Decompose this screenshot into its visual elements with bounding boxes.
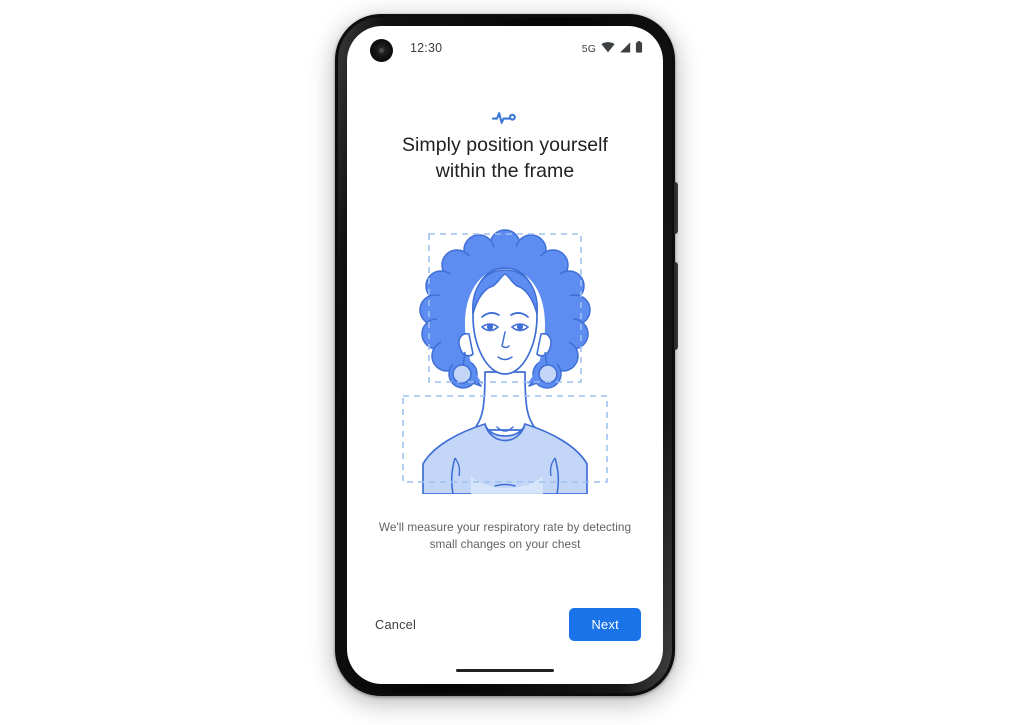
description-line2: small changes on your chest bbox=[429, 537, 581, 551]
volume-button[interactable] bbox=[674, 262, 678, 350]
camera-lens-icon bbox=[379, 48, 384, 53]
eye-left bbox=[480, 323, 500, 332]
phone-frame: 12:30 5G Simply position yourself within… bbox=[335, 14, 678, 696]
description-text: We'll measure your respiratory rate by d… bbox=[373, 519, 637, 553]
next-button[interactable]: Next bbox=[569, 607, 641, 641]
status-bar-time: 12:30 bbox=[410, 41, 443, 55]
cellular-signal-icon bbox=[619, 40, 631, 58]
description-line1: We'll measure your respiratory rate by d… bbox=[378, 520, 632, 534]
cancel-button[interactable]: Cancel bbox=[369, 609, 422, 640]
action-bar: Cancel Next bbox=[347, 606, 663, 642]
device-stage: 12:30 5G Simply position yourself within… bbox=[0, 0, 1024, 725]
page-title: Simply position yourself within the fram… bbox=[365, 132, 645, 184]
status-bar-icons: 5G bbox=[582, 40, 643, 58]
app-content: Simply position yourself within the fram… bbox=[347, 64, 663, 684]
wifi-icon bbox=[601, 40, 615, 58]
phone-screen: 12:30 5G Simply position yourself within… bbox=[347, 26, 663, 684]
heart-rate-pulse-icon bbox=[491, 110, 518, 131]
front-camera-cutout bbox=[370, 39, 393, 62]
person-in-frame-illustration bbox=[347, 224, 663, 494]
power-button[interactable] bbox=[674, 182, 678, 234]
page-title-line1: Simply position yourself bbox=[401, 134, 609, 156]
shirt-shape bbox=[422, 423, 588, 494]
home-indicator[interactable] bbox=[456, 669, 554, 672]
network-type-label: 5G bbox=[581, 43, 596, 55]
eye-right bbox=[510, 323, 530, 332]
neck-shape bbox=[472, 371, 538, 431]
status-bar: 12:30 5G bbox=[347, 26, 663, 64]
brand-icon-wrap bbox=[347, 110, 663, 131]
page-title-line2: within the frame bbox=[435, 160, 575, 182]
battery-icon bbox=[635, 40, 643, 58]
illustration-svg bbox=[402, 229, 608, 494]
